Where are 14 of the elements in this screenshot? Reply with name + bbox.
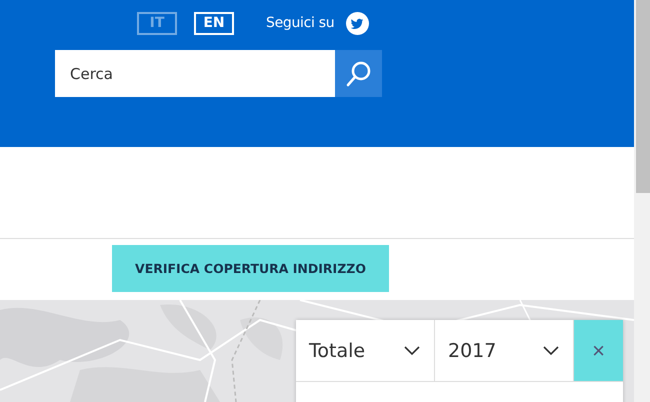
close-button[interactable]: × <box>574 320 623 381</box>
coverage-button[interactable]: VERIFICA COPERTURA INDIRIZZO <box>112 245 389 292</box>
language-button[interactable]: EN <box>194 12 234 34</box>
search-field[interactable]: Cerca <box>55 50 335 97</box>
search-button[interactable] <box>335 50 382 97</box>
search-icon <box>344 60 372 88</box>
follow-label: Seguici su <box>266 15 334 31</box>
dropdown[interactable]: Totale <box>296 320 435 381</box>
chevron-icon <box>543 346 559 356</box>
chevron-icon <box>404 346 420 356</box>
scrollbar[interactable] <box>634 0 650 402</box>
scrollbar-thumb[interactable] <box>636 0 650 193</box>
bird-icon[interactable] <box>346 12 370 34</box>
dropdown[interactable]: 2017 <box>435 320 574 381</box>
